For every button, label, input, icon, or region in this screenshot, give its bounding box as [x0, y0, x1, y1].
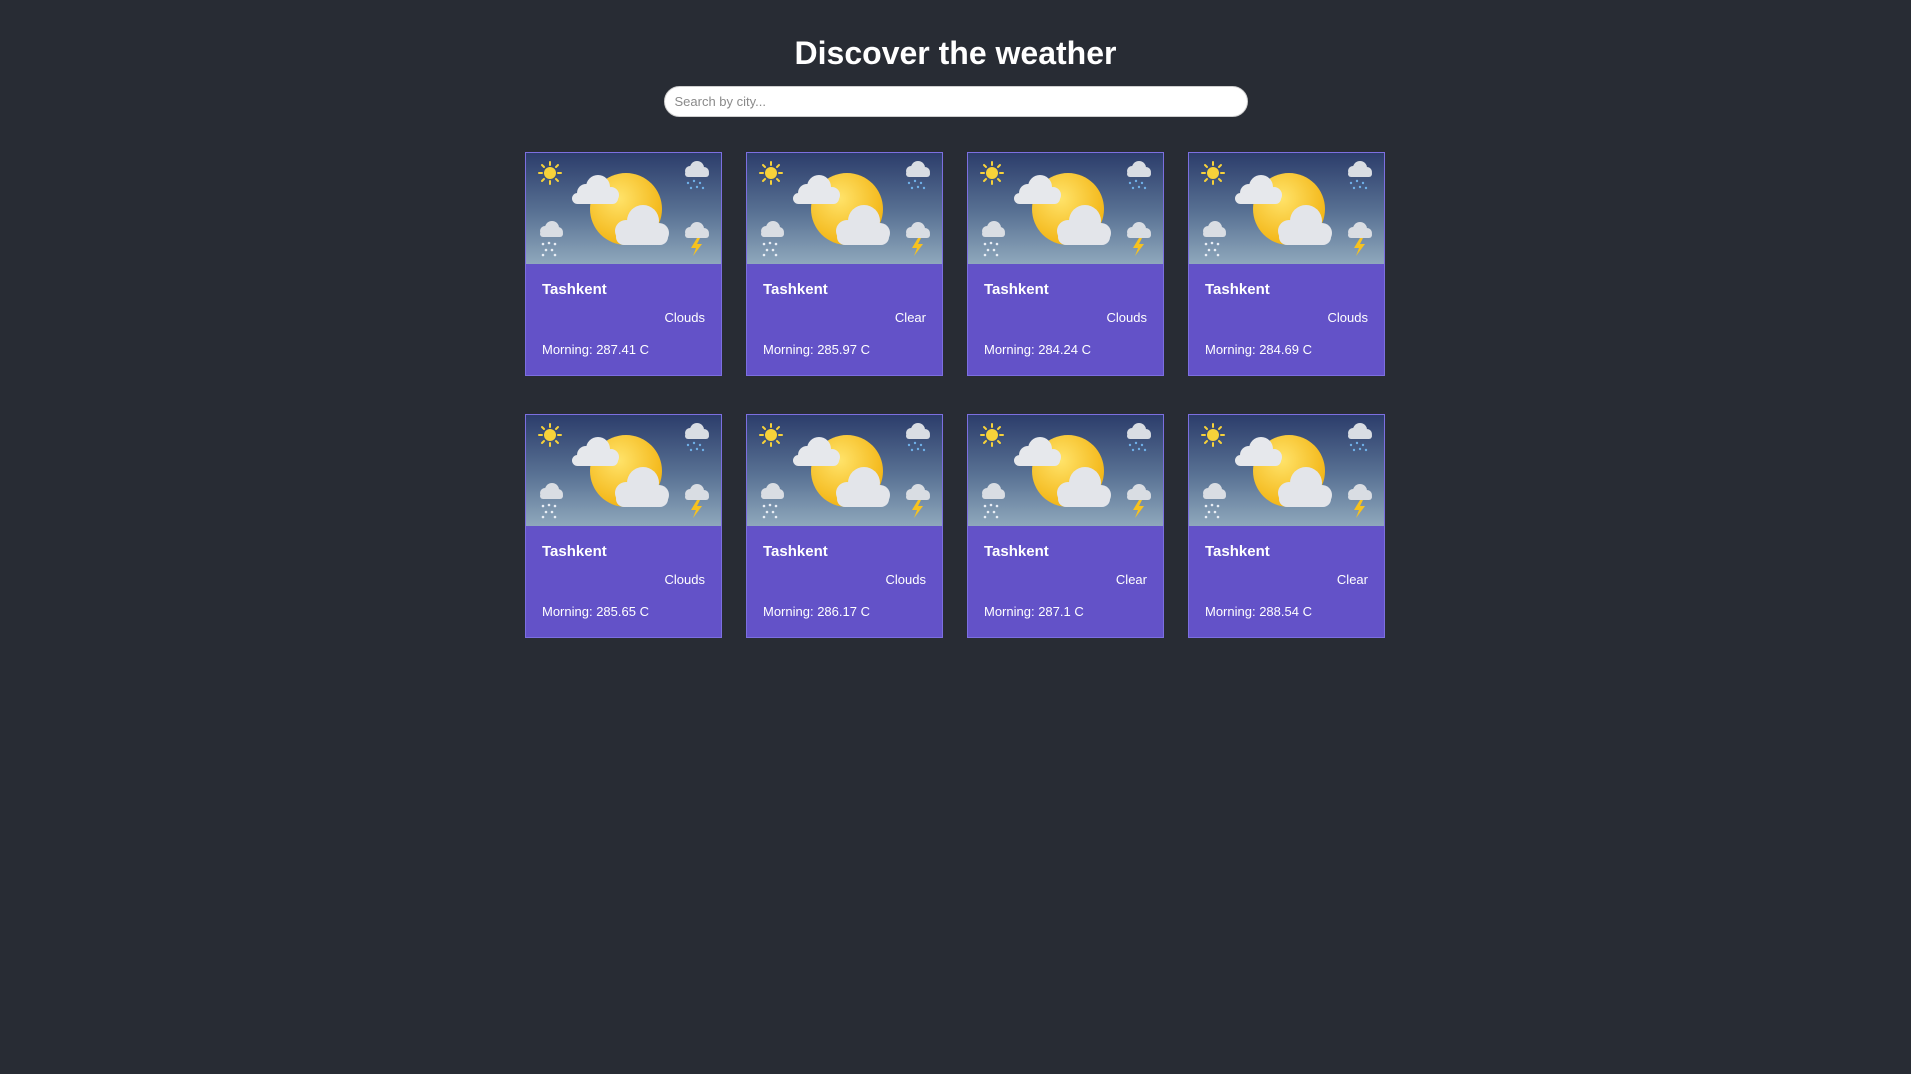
card-body: Tashkent Clouds Morning: 285.65 C — [526, 526, 721, 637]
morning-temperature: Morning: 288.54 C — [1205, 604, 1312, 619]
weather-illustration-icon — [968, 415, 1163, 526]
weather-card[interactable]: Tashkent Clouds Morning: 284.69 C — [1188, 152, 1385, 376]
weather-condition: Clouds — [885, 572, 926, 587]
city-name: Tashkent — [763, 281, 828, 298]
morning-temperature: Morning: 284.24 C — [984, 342, 1091, 357]
city-name: Tashkent — [542, 281, 607, 298]
city-name: Tashkent — [1205, 281, 1270, 298]
weather-illustration-icon — [1189, 415, 1384, 526]
city-name: Tashkent — [542, 543, 607, 560]
weather-card[interactable]: Tashkent Clouds Morning: 285.65 C — [525, 414, 722, 638]
weather-card[interactable]: Tashkent Clear Morning: 288.54 C — [1188, 414, 1385, 638]
card-body: Tashkent Clear Morning: 287.1 C — [968, 526, 1163, 637]
weather-illustration-icon — [526, 415, 721, 526]
weather-illustration-icon — [968, 153, 1163, 264]
city-name: Tashkent — [984, 281, 1049, 298]
weather-card[interactable]: Tashkent Clear Morning: 287.1 C — [967, 414, 1164, 638]
page-title: Discover the weather — [794, 35, 1117, 71]
city-name: Tashkent — [984, 543, 1049, 560]
card-body: Tashkent Clouds Morning: 284.69 C — [1189, 264, 1384, 375]
weather-card-grid: Tashkent Clouds Morning: 287.41 C Tashke… — [525, 152, 1387, 638]
weather-illustration-icon — [526, 153, 721, 264]
card-body: Tashkent Clear Morning: 285.97 C — [747, 264, 942, 375]
city-name: Tashkent — [1205, 543, 1270, 560]
weather-card[interactable]: Tashkent Clouds Morning: 286.17 C — [746, 414, 943, 638]
morning-temperature: Morning: 286.17 C — [763, 604, 870, 619]
weather-illustration-icon — [747, 415, 942, 526]
morning-temperature: Morning: 285.97 C — [763, 342, 870, 357]
weather-condition: Clear — [894, 310, 926, 325]
search-container — [663, 86, 1248, 117]
card-body: Tashkent Clear Morning: 288.54 C — [1189, 526, 1384, 637]
morning-temperature: Morning: 287.1 C — [984, 604, 1084, 619]
weather-illustration-icon — [747, 153, 942, 264]
weather-condition: Clouds — [1327, 310, 1368, 325]
weather-condition: Clouds — [664, 572, 705, 587]
card-body: Tashkent Clouds Morning: 284.24 C — [968, 264, 1163, 375]
card-body: Tashkent Clouds Morning: 286.17 C — [747, 526, 942, 637]
weather-illustration-icon — [1189, 153, 1384, 264]
morning-temperature: Morning: 285.65 C — [542, 604, 649, 619]
weather-card[interactable]: Tashkent Clouds Morning: 287.41 C — [525, 152, 722, 376]
morning-temperature: Morning: 287.41 C — [542, 342, 649, 357]
weather-condition: Clouds — [664, 310, 705, 325]
page-header: Discover the weather — [0, 0, 1911, 117]
search-input[interactable] — [663, 86, 1248, 117]
weather-condition: Clear — [1115, 572, 1147, 587]
city-name: Tashkent — [763, 543, 828, 560]
card-body: Tashkent Clouds Morning: 287.41 C — [526, 264, 721, 375]
morning-temperature: Morning: 284.69 C — [1205, 342, 1312, 357]
weather-card[interactable]: Tashkent Clear Morning: 285.97 C — [746, 152, 943, 376]
weather-card[interactable]: Tashkent Clouds Morning: 284.24 C — [967, 152, 1164, 376]
weather-condition: Clear — [1336, 572, 1368, 587]
weather-condition: Clouds — [1106, 310, 1147, 325]
